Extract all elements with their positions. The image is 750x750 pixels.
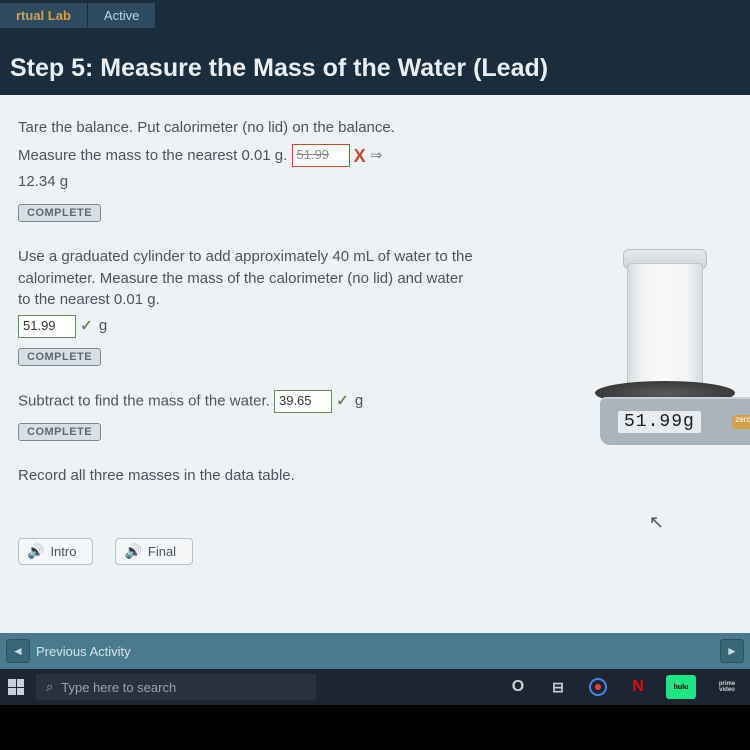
step-1: Tare the balance. Put calorimeter (no li… [18,117,732,238]
step-2-answer-row: 51.99 ✓ g [18,315,478,338]
chrome-icon[interactable] [586,675,610,699]
cortana-icon[interactable]: O [506,675,530,699]
step-2-text: Use a graduated cylinder to add approxim… [18,246,478,311]
complete-badge-2: COMPLETE [18,348,101,366]
step-1-corrected: 12.34 g [18,173,732,190]
system-tray: O ⊟ N hulu prime video [506,675,742,699]
hulu-icon[interactable]: hulu [666,675,696,699]
speaker-icon: 🔊 [27,543,44,560]
step-1-line-1: Tare the balance. Put calorimeter (no li… [18,117,478,139]
arrow-icon: ⇒ [370,147,383,164]
balance-illustration: 51.99g zero [580,225,750,465]
cursor-icon: ↖ [649,512,664,533]
title-bar: Step 5: Measure the Mass of the Water (L… [0,28,750,95]
complete-badge-1: COMPLETE [18,204,101,222]
balance-readout: 51.99g [618,411,701,433]
final-button[interactable]: 🔊 Final [115,538,193,565]
task-view-icon[interactable]: ⊟ [546,675,570,699]
step-2-unit: g [99,317,107,334]
step-1-line-2: Measure the mass to the nearest 0.01 g. … [18,143,478,169]
taskbar-search[interactable]: ⌕ Type here to search [36,674,316,700]
netflix-icon[interactable]: N [626,675,650,699]
complete-badge-3: COMPLETE [18,423,101,441]
chevron-left-icon: ◄ [6,639,30,663]
page-title: Step 5: Measure the Mass of the Water (L… [10,54,740,83]
balance-base: 51.99g zero [600,397,750,445]
step-3-unit: g [355,392,363,409]
tab-virtual-lab[interactable]: rtual Lab [0,3,88,28]
previous-activity-button[interactable]: ◄ Previous Activity [6,639,131,663]
prev-label: Previous Activity [36,644,131,659]
windows-taskbar: ⌕ Type here to search O ⊟ N hulu prime v… [0,669,750,705]
cup-body [627,263,703,393]
intro-label: Intro [50,544,76,559]
tab-bar: rtual Lab Active [0,0,750,28]
calorimeter-cup[interactable] [627,253,703,393]
step-2-input[interactable]: 51.99 [18,315,76,338]
step-3-input[interactable]: 39.65 [274,390,332,413]
step-3-text: Subtract to find the mass of the water. [18,392,270,409]
prime-video-icon[interactable]: prime video [712,675,742,699]
next-activity-button[interactable]: ► [720,639,744,663]
check-icon: ✓ [80,318,93,335]
content-area: Tare the balance. Put calorimeter (no li… [0,95,750,633]
tab-active[interactable]: Active [88,3,156,28]
x-mark-icon: X [354,146,366,166]
chevron-right-icon: ► [726,644,738,658]
search-icon: ⌕ [46,679,53,695]
activity-footer: ◄ Previous Activity ► [0,633,750,669]
start-icon[interactable] [8,679,24,695]
media-buttons: 🔊 Intro 🔊 Final [18,538,193,565]
step-4-text: Record all three masses in the data tabl… [18,465,478,487]
speaker-icon: 🔊 [124,543,141,560]
search-placeholder: Type here to search [61,680,176,695]
zero-button[interactable]: zero [732,415,750,429]
step-1-input[interactable]: 51.99 [292,144,350,167]
check-icon-2: ✓ [336,392,349,409]
step-1-prompt: Measure the mass to the nearest 0.01 g. [18,147,287,164]
final-label: Final [148,544,176,559]
step-3-row: Subtract to find the mass of the water. … [18,390,478,413]
intro-button[interactable]: 🔊 Intro [18,538,93,565]
step-4: Record all three masses in the data tabl… [18,465,732,487]
